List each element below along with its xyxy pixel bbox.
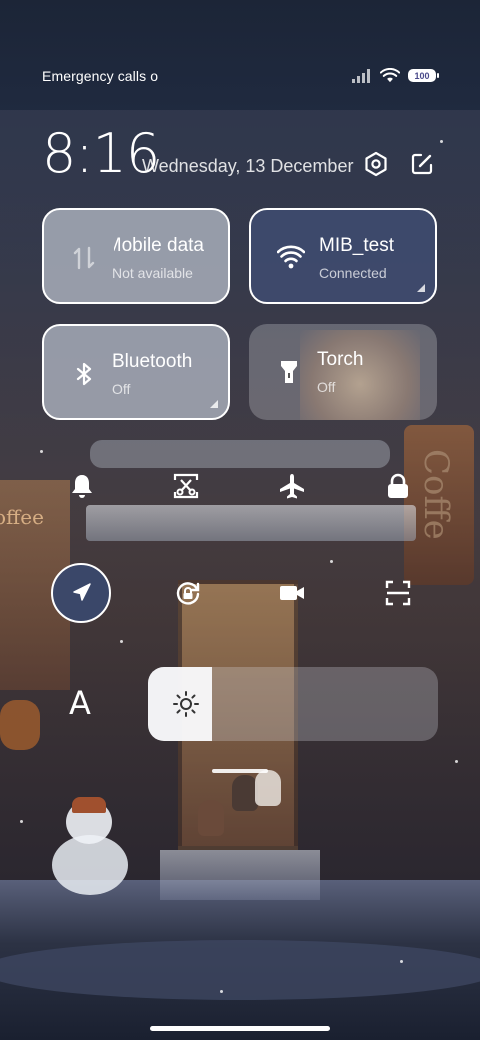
wallpaper-awning: [86, 505, 416, 541]
snowflake: [400, 960, 403, 963]
scan-icon: [385, 580, 411, 606]
battery-level: 100: [414, 70, 430, 81]
carrier-status-text: Emergency calls o: [42, 68, 159, 84]
snowflake: [455, 760, 458, 763]
wallpaper-snowbank: [0, 940, 480, 1000]
wallpaper-coffee-text: offee: [0, 505, 44, 529]
airplane-toggle[interactable]: [262, 456, 322, 516]
edit-icon[interactable]: [408, 150, 436, 178]
snowflake: [440, 140, 443, 143]
brightness-slider[interactable]: [148, 667, 438, 741]
bluetooth-status: Off: [112, 381, 131, 397]
mobile-data-tile[interactable]: Mobile data Not available: [42, 208, 230, 304]
wallpaper-snow-roof: [90, 440, 390, 468]
torch-tile[interactable]: Torch Off: [249, 324, 437, 420]
mobile-data-label: Mobile data: [114, 235, 204, 256]
snowflake: [40, 450, 43, 453]
location-icon: [73, 583, 91, 601]
mobile-data-status: Not available: [112, 265, 193, 281]
airplane-icon: [280, 474, 304, 499]
rotation-lock-toggle[interactable]: [158, 563, 218, 623]
screenshot-toggle[interactable]: [156, 456, 216, 516]
snowflake: [120, 640, 123, 643]
bluetooth-icon: [76, 362, 92, 386]
sun-icon: [173, 691, 199, 717]
battery-icon: 100: [408, 69, 439, 82]
rotation-lock-icon: [176, 582, 200, 605]
wifi-network-name: MIB_test: [319, 235, 394, 256]
expand-corner-icon[interactable]: [417, 284, 425, 292]
scanner-toggle[interactable]: [368, 563, 428, 623]
video-icon: [280, 586, 304, 600]
expand-corner-icon[interactable]: [210, 400, 218, 408]
panel-drag-handle[interactable]: [212, 769, 268, 773]
signal-icon: [352, 68, 370, 83]
status-bar: Emergency calls o 100: [0, 60, 480, 92]
wallpaper-snowman-hat: [72, 797, 106, 813]
scissors-icon: [173, 473, 199, 499]
status-icons: 100: [352, 68, 439, 83]
bell-icon: [72, 475, 92, 498]
wallpaper-cat: [255, 770, 281, 806]
date-text: Wednesday, 13 December: [142, 156, 354, 176]
wifi-tile[interactable]: MIB_test Connected: [249, 208, 437, 304]
torch-icon: [281, 361, 297, 383]
settings-icon[interactable]: [362, 150, 390, 178]
wallpaper-cat: [198, 800, 224, 836]
screen-record-toggle[interactable]: [262, 563, 322, 623]
torch-label: Torch: [317, 349, 364, 370]
mobile-data-icon: [73, 246, 95, 270]
home-indicator[interactable]: [150, 1026, 330, 1031]
snowflake: [220, 990, 223, 993]
wallpaper-cat: [0, 700, 40, 750]
font-size-button[interactable]: A: [58, 673, 102, 733]
wifi-status: Connected: [319, 265, 387, 281]
lock-toggle[interactable]: [368, 456, 428, 516]
snowflake: [20, 820, 23, 823]
location-toggle[interactable]: [51, 563, 111, 623]
wifi-icon: [277, 245, 305, 269]
lock-icon: [388, 473, 408, 498]
wifi-icon: [380, 68, 400, 83]
wallpaper-steps: [160, 850, 320, 900]
torch-status: Off: [317, 379, 336, 395]
snowflake: [330, 560, 333, 563]
bluetooth-tile[interactable]: Bluetooth Off: [42, 324, 230, 420]
bluetooth-label: Bluetooth: [112, 351, 193, 372]
notifications-toggle[interactable]: [52, 456, 112, 516]
wallpaper-snowman: [52, 835, 128, 895]
